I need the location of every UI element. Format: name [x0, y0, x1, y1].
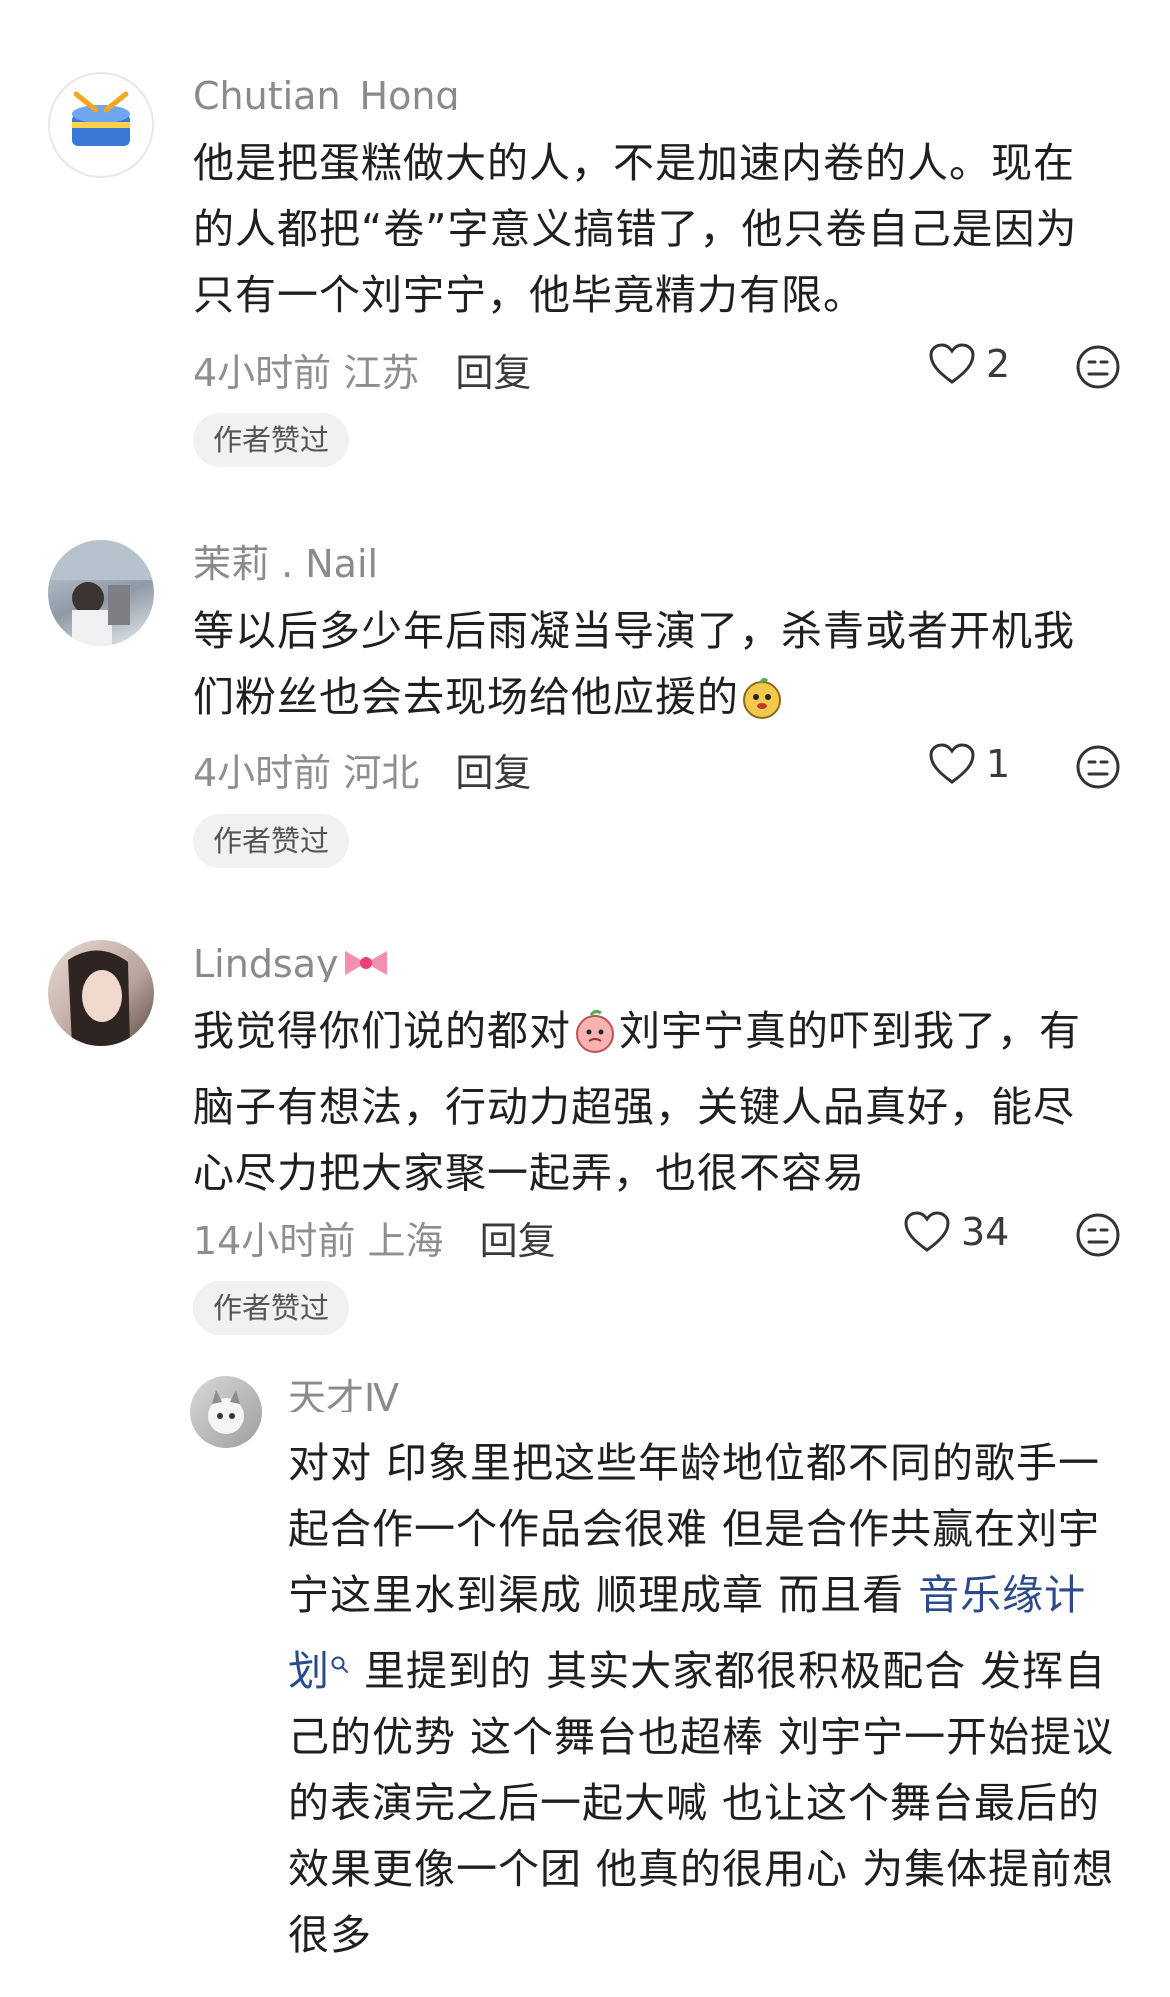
person-photo-icon: [48, 540, 154, 646]
author-liked-badge: 作者赞过: [193, 814, 350, 868]
emoji-reaction-button[interactable]: [1075, 1212, 1121, 1262]
neutral-face-icon: [1076, 745, 1120, 789]
comment-location: 上海: [367, 1219, 444, 1263]
emoji-reaction-button[interactable]: [1075, 344, 1121, 394]
comment-text: 等以后多少年后雨凝当导演了，杀青或者开机我们粉丝也会去现场给他应援的: [193, 598, 1093, 740]
comment-text: 他是把蛋糕做大的人，不是加速内卷的人。现在的人都把“卷”字意义搞错了，他只卷自己…: [193, 139, 1078, 319]
neutral-face-icon: [1076, 345, 1120, 389]
username[interactable]: Lindsay: [193, 938, 393, 982]
avatar-drum[interactable]: [48, 72, 154, 178]
reply-text-after: 里提到的 其实大家都很积极配合 发挥自己的优势 这个舞台也超棒 刘宇宁一开始提议…: [288, 1647, 1115, 1959]
author-liked-badge: 作者赞过: [193, 413, 350, 467]
reply-text: 对对 印象里把这些年龄地位都不同的歌手一起合作一个作品会很难 但是合作共赢在刘宇…: [288, 1430, 1128, 1968]
author-liked-badge: 作者赞过: [193, 1281, 350, 1335]
avatar-photo[interactable]: [48, 540, 154, 646]
avatar-photo[interactable]: [48, 940, 154, 1046]
like-count: 2: [986, 342, 1011, 386]
like-button[interactable]: 2: [928, 342, 1010, 386]
pink-bow-icon: [339, 942, 393, 982]
cat-photo-icon: [208, 1390, 244, 1434]
like-count: 1: [986, 742, 1011, 786]
comment-location: 江苏: [343, 351, 420, 395]
comment-time: 14小时前: [193, 1219, 356, 1263]
neutral-face-icon: [1076, 1213, 1120, 1257]
comment-text: 我觉得你们说的都对 刘宇宁真的吓到我了，有脑子有想法，行动力超强，关键人品真好，…: [193, 998, 1093, 1206]
emoji-reaction-button[interactable]: [1075, 744, 1121, 794]
comment-time: 4小时前: [193, 351, 332, 395]
heart-icon: [929, 343, 975, 384]
comment-text-before: 我觉得你们说的都对: [193, 1007, 571, 1055]
like-count: 34: [961, 1210, 1010, 1254]
reply-button[interactable]: 回复: [480, 1219, 556, 1263]
drum-icon: [48, 72, 154, 178]
username-text: Lindsay: [193, 942, 339, 982]
peach-emoji-icon: [571, 1007, 619, 1074]
search-icon: [330, 1628, 350, 1694]
username[interactable]: Chutian_Hong: [193, 70, 460, 110]
reply-button[interactable]: 回复: [455, 751, 531, 795]
reply-button[interactable]: 回复: [455, 351, 531, 395]
comment-location: 河北: [343, 751, 420, 795]
heart-icon: [929, 743, 975, 784]
comment-text-body: 等以后多少年后雨凝当导演了，杀青或者开机我们粉丝也会去现场给他应援的: [193, 607, 1075, 721]
username[interactable]: 茉莉 . Nail: [193, 538, 378, 582]
reply-username[interactable]: 天才Ⅳ: [288, 1372, 399, 1412]
heart-icon: [904, 1211, 950, 1252]
doge-emoji-icon: [739, 674, 785, 740]
avatar-cat[interactable]: [190, 1376, 262, 1448]
like-button[interactable]: 1: [928, 742, 1010, 786]
person-photo-icon: [68, 950, 130, 1046]
comment-meta: 4小时前 河北 回复: [193, 742, 531, 797]
comment-meta: 14小时前 上海 回复: [193, 1210, 556, 1265]
comment-meta: 4小时前 江苏 回复: [193, 342, 531, 397]
like-button[interactable]: 34: [903, 1210, 1009, 1254]
comment-time: 4小时前: [193, 751, 332, 795]
